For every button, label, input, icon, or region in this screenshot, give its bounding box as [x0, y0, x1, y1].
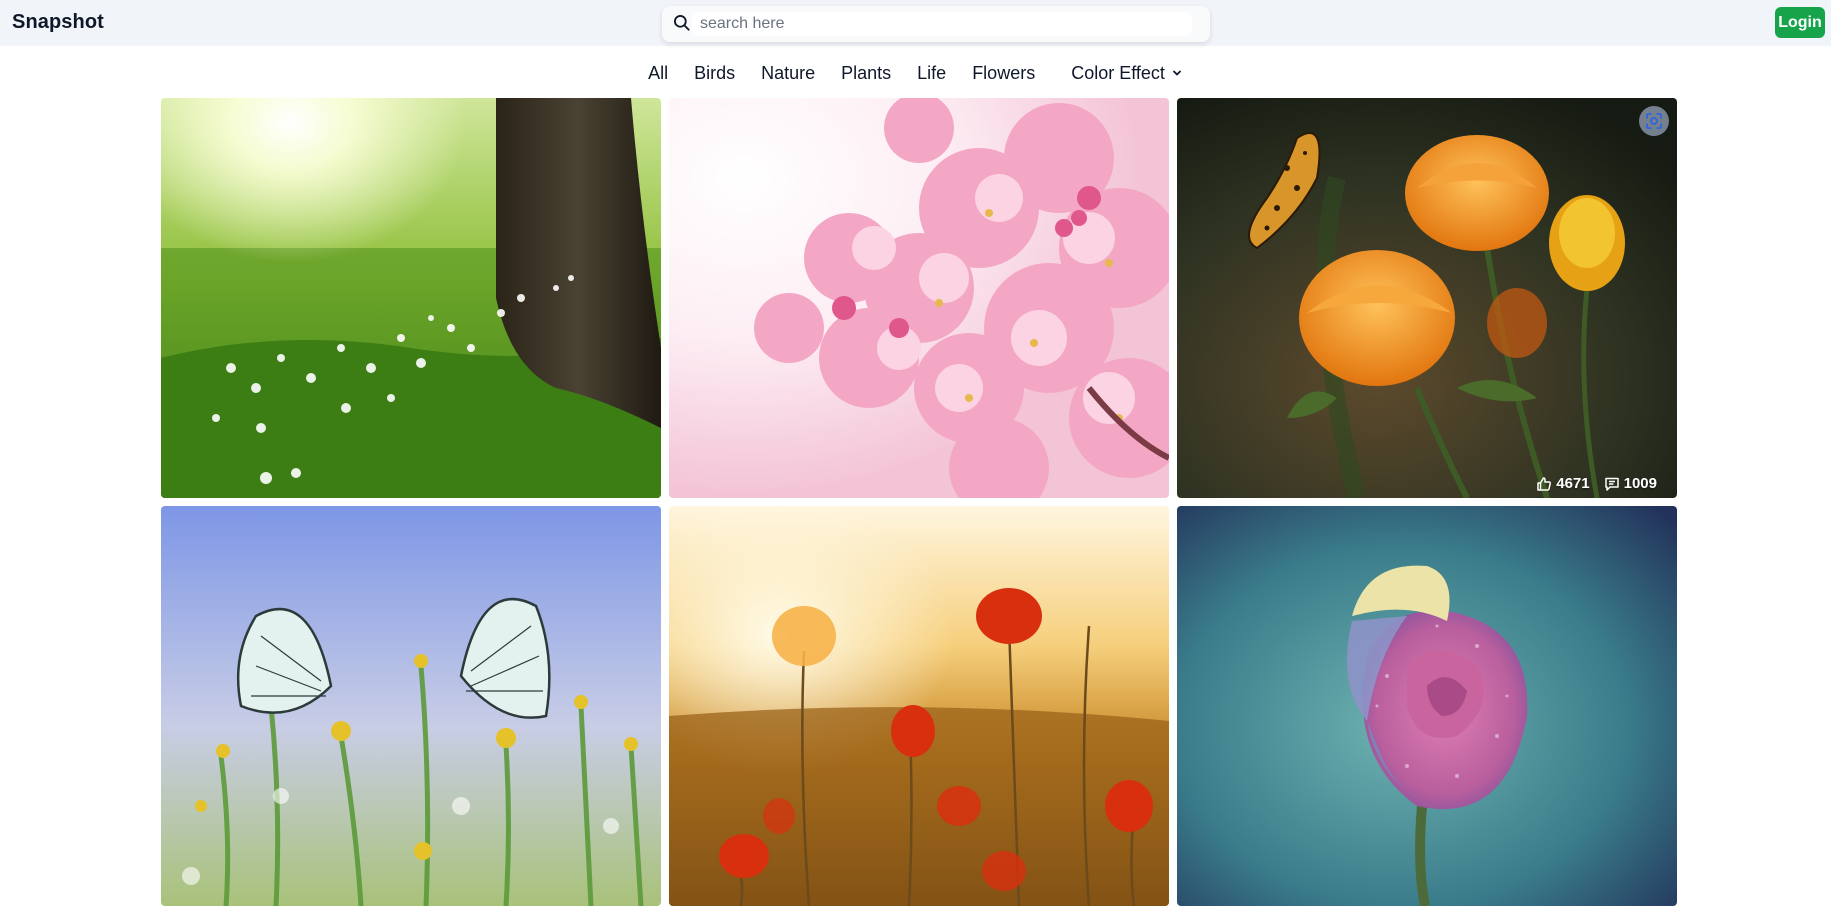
nav-item-flowers[interactable]: Flowers — [959, 63, 1048, 84]
nav-item-plants[interactable]: Plants — [828, 63, 904, 84]
poppies-photo — [669, 506, 1169, 906]
photo-card[interactable] — [1177, 506, 1677, 906]
chevron-down-icon — [1173, 70, 1181, 76]
photo-card[interactable] — [161, 506, 661, 906]
nav-item-all[interactable]: All — [635, 63, 681, 84]
top-bar: Snapshot Login — [0, 0, 1831, 46]
lens-scan-icon[interactable] — [1639, 106, 1669, 136]
photo-card[interactable] — [161, 98, 661, 498]
photo-stats: 4671 1009 — [1536, 475, 1657, 492]
like-count: 4671 — [1556, 475, 1590, 492]
cherry-blossom-photo — [669, 98, 1169, 498]
meadow-photo — [161, 98, 661, 498]
color-effect-label: Color Effect — [1071, 62, 1165, 83]
photo-card[interactable]: 4671 1009 — [1177, 98, 1677, 498]
search-icon[interactable] — [672, 13, 692, 33]
category-nav: All Birds Nature Plants Life Flowers Col… — [0, 58, 1831, 88]
photo-card[interactable] — [669, 506, 1169, 906]
login-button[interactable]: Login — [1775, 7, 1825, 38]
search-bar — [662, 6, 1210, 42]
color-effect-dropdown[interactable]: Color Effect — [1058, 63, 1196, 84]
comment-icon[interactable] — [1604, 476, 1620, 492]
nav-item-life[interactable]: Life — [904, 63, 959, 84]
thumbs-up-icon[interactable] — [1536, 476, 1552, 492]
photo-grid: 4671 1009 — [161, 98, 1678, 906]
brand-logo[interactable]: Snapshot — [12, 11, 104, 34]
rose-photo — [1177, 506, 1677, 906]
nav-item-birds[interactable]: Birds — [681, 63, 748, 84]
orange-flowers-photo — [1177, 98, 1677, 498]
photo-card[interactable] — [669, 98, 1169, 498]
nav-item-nature[interactable]: Nature — [748, 63, 828, 84]
butterflies-photo — [161, 506, 661, 906]
search-input[interactable] — [692, 12, 1192, 36]
comment-count: 1009 — [1623, 475, 1657, 492]
